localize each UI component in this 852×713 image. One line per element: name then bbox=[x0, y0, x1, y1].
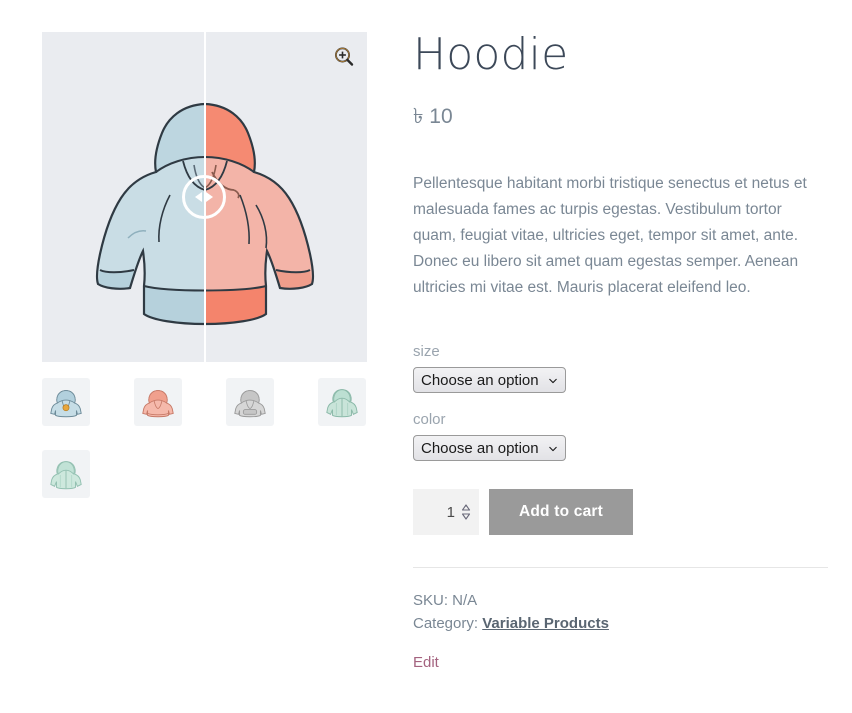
thumbnail-blue-hoodie[interactable] bbox=[42, 378, 90, 426]
red-hoodie-icon bbox=[142, 390, 174, 418]
product-summary: Hoodie ৳ 10 Pellentesque habitant morbi … bbox=[413, 29, 829, 674]
thumbnail-list bbox=[42, 378, 372, 522]
variation-row-color: color Choose an option bbox=[413, 411, 829, 462]
meta-divider bbox=[413, 567, 828, 569]
green-zip-hoodie-icon bbox=[326, 389, 358, 418]
variation-label-size: size bbox=[413, 343, 440, 361]
thumbnail-gray-hoodie[interactable] bbox=[226, 378, 274, 426]
thumbnail-green-hoodie[interactable] bbox=[318, 378, 366, 426]
category-label: Category: bbox=[413, 615, 479, 633]
blue-hoodie-icon bbox=[50, 390, 82, 418]
add-to-cart-row: Add to cart bbox=[413, 489, 829, 536]
color-select-wrapper[interactable]: Choose an option bbox=[413, 435, 566, 462]
variation-form: size Choose an option color Choose an op… bbox=[413, 343, 829, 462]
thumbnail-red-hoodie[interactable] bbox=[134, 378, 182, 426]
comparison-drag-handle[interactable] bbox=[182, 175, 226, 219]
category-line: Category: Variable Products bbox=[413, 613, 829, 635]
quantity-input[interactable] bbox=[413, 489, 479, 536]
page-title: Hoodie bbox=[413, 29, 569, 80]
product-meta: SKU: N/A Category: Variable Products Edi… bbox=[413, 590, 829, 674]
add-to-cart-button[interactable]: Add to cart bbox=[489, 489, 634, 536]
size-select-wrapper[interactable]: Choose an option bbox=[413, 367, 566, 394]
sku-line: SKU: N/A bbox=[413, 592, 478, 610]
product-description: Pellentesque habitant morbi tristique se… bbox=[413, 175, 807, 297]
variation-label-color: color bbox=[413, 411, 446, 429]
triangle-left-icon bbox=[195, 192, 202, 202]
product-gallery bbox=[42, 32, 367, 522]
size-select[interactable]: Choose an option bbox=[413, 367, 566, 394]
triangle-right-icon bbox=[206, 192, 213, 202]
variation-row-size: size Choose an option bbox=[413, 343, 829, 394]
magnifier-plus-icon[interactable] bbox=[333, 46, 355, 68]
category-link[interactable]: Variable Products bbox=[482, 615, 609, 632]
green-zip-hoodie-alt-icon bbox=[50, 461, 82, 490]
thumbnail-green-hoodie-2[interactable] bbox=[42, 450, 90, 498]
edit-link[interactable]: Edit bbox=[413, 652, 439, 674]
gray-hoodie-icon bbox=[234, 390, 266, 418]
main-product-image[interactable] bbox=[42, 32, 367, 362]
color-select[interactable]: Choose an option bbox=[413, 435, 566, 462]
product-price: ৳ 10 bbox=[413, 105, 453, 129]
product-page: Hoodie ৳ 10 Pellentesque habitant morbi … bbox=[0, 0, 852, 713]
quantity-stepper[interactable] bbox=[413, 489, 479, 536]
